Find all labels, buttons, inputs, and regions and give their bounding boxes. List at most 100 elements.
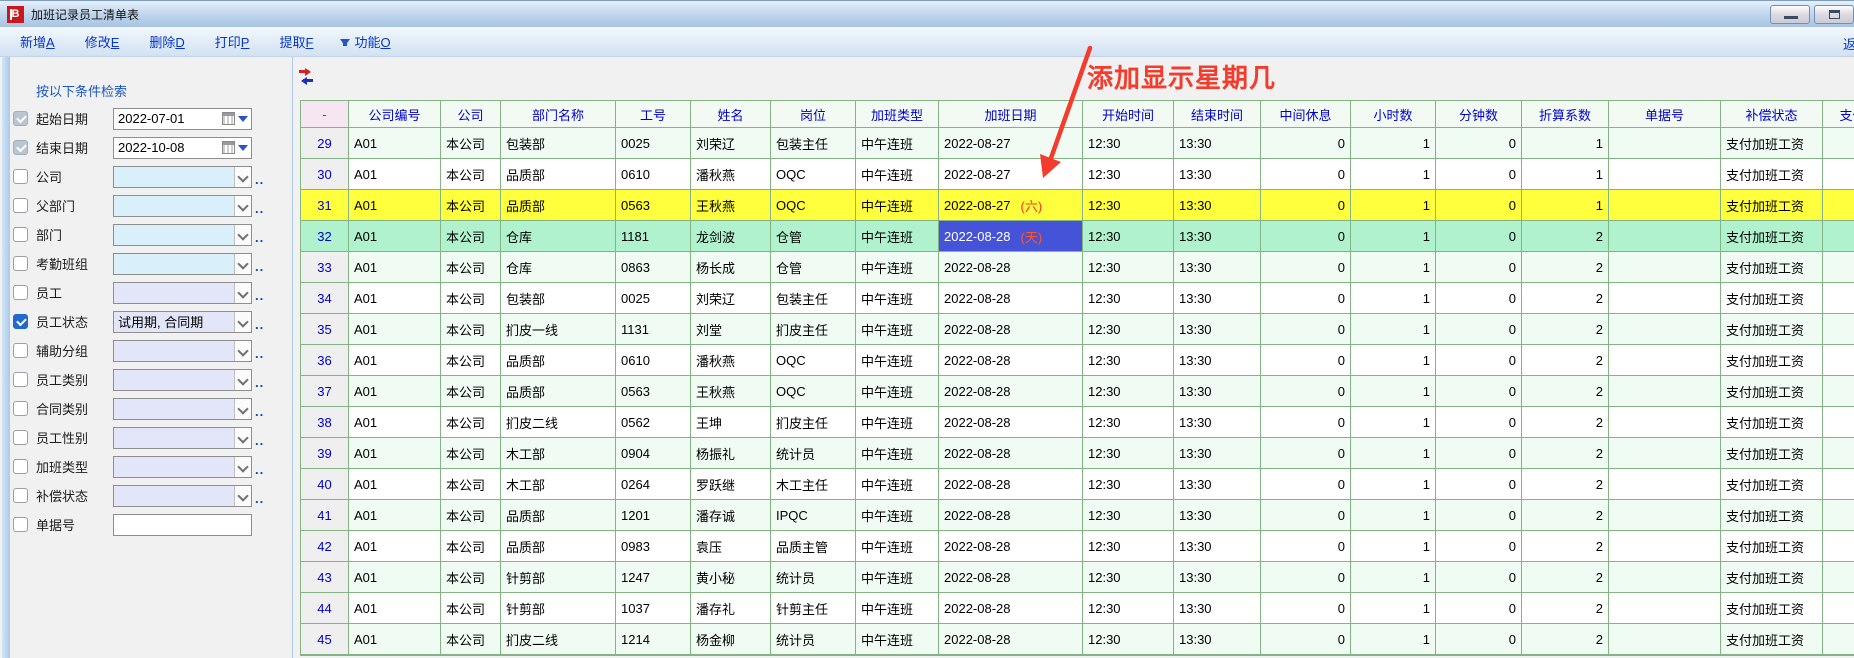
cell-row-number[interactable]: 42 — [301, 531, 349, 562]
cell-overtime-date[interactable]: 2022-08-28 — [939, 314, 1083, 345]
cell-end-time[interactable]: 13:30 — [1174, 438, 1261, 469]
cell-position[interactable]: 统计员 — [771, 562, 856, 593]
cell-minutes[interactable]: 0 — [1436, 438, 1522, 469]
table-row-36[interactable]: 36A01本公司品质部0610潘秋燕OQC中午连班2022-08-2812:30… — [301, 345, 1854, 376]
cell-minutes[interactable]: 0 — [1436, 283, 1522, 314]
cell-company[interactable]: 本公司 — [441, 531, 501, 562]
cell-pay[interactable] — [1823, 252, 1854, 283]
cell-company-code[interactable]: A01 — [349, 159, 441, 190]
cell-end-time[interactable]: 13:30 — [1174, 624, 1261, 655]
cell-overtime-type[interactable]: 中午连班 — [856, 190, 939, 221]
cell-start-time[interactable]: 12:30 — [1083, 376, 1174, 407]
table-row-41[interactable]: 41A01本公司品质部1201潘存诚IPQC中午连班2022-08-2812:3… — [301, 500, 1854, 531]
extract-menu-item[interactable]: 提取F — [279, 32, 313, 51]
cell-pay[interactable] — [1823, 190, 1854, 221]
cell-company-code[interactable]: A01 — [349, 438, 441, 469]
cell-pay[interactable] — [1823, 438, 1854, 469]
cell-employee-id[interactable]: 0025 — [616, 128, 691, 159]
table-row-37[interactable]: 37A01本公司品质部0563王秋燕OQC中午连班2022-08-2812:30… — [301, 376, 1854, 407]
cell-company[interactable]: 本公司 — [441, 314, 501, 345]
cell-doc-no[interactable] — [1609, 376, 1721, 407]
cell-pay[interactable] — [1823, 314, 1854, 345]
table-row-38[interactable]: 38A01本公司扪皮二线0562王坤扪皮主任中午连班2022-08-2812:3… — [301, 407, 1854, 438]
cell-overtime-type[interactable]: 中午连班 — [856, 376, 939, 407]
table-row-40[interactable]: 40A01本公司木工部0264罗跃继木工主任中午连班2022-08-2812:3… — [301, 469, 1854, 500]
aux-group-select[interactable] — [113, 340, 252, 362]
cell-minutes[interactable]: 0 — [1436, 562, 1522, 593]
column-header-employee-id[interactable]: 工号 — [616, 101, 691, 128]
cell-overtime-type[interactable]: 中午连班 — [856, 500, 939, 531]
cell-company[interactable]: 本公司 — [441, 593, 501, 624]
cell-compensation-status[interactable]: 支付加班工资 — [1721, 283, 1823, 314]
overtime-type-select[interactable] — [113, 456, 252, 478]
cell-compensation-status[interactable]: 支付加班工资 — [1721, 531, 1823, 562]
cell-end-time[interactable]: 13:30 — [1174, 283, 1261, 314]
table-row-42[interactable]: 42A01本公司品质部0983袁压品质主管中午连班2022-08-2812:30… — [301, 531, 1854, 562]
employee-select[interactable] — [113, 282, 252, 304]
cell-start-time[interactable]: 12:30 — [1083, 438, 1174, 469]
cell-doc-no[interactable] — [1609, 190, 1721, 221]
cell-end-time[interactable]: 13:30 — [1174, 252, 1261, 283]
cell-company-code[interactable]: A01 — [349, 283, 441, 314]
table-row-34[interactable]: 34A01本公司包装部0025刘荣辽包装主任中午连班2022-08-2812:3… — [301, 283, 1854, 314]
cell-department-name[interactable]: 包装部 — [501, 283, 616, 314]
cell-overtime-date[interactable]: 2022-08-27(六) — [939, 190, 1083, 221]
cell-compensation-status[interactable]: 支付加班工资 — [1721, 407, 1823, 438]
cell-hours[interactable]: 1 — [1351, 531, 1436, 562]
cell-position[interactable]: 品质主管 — [771, 531, 856, 562]
cell-pay[interactable] — [1823, 345, 1854, 376]
cell-end-time[interactable]: 13:30 — [1174, 128, 1261, 159]
cell-mid-break[interactable]: 0 — [1261, 500, 1351, 531]
attendance-team-select[interactable] — [113, 253, 252, 275]
cell-company[interactable]: 本公司 — [441, 376, 501, 407]
cell-department-name[interactable]: 针剪部 — [501, 562, 616, 593]
cell-hours[interactable]: 1 — [1351, 314, 1436, 345]
cell-minutes[interactable]: 0 — [1436, 221, 1522, 252]
cell-row-number[interactable]: 39 — [301, 438, 349, 469]
cell-factor[interactable]: 2 — [1522, 531, 1609, 562]
cell-overtime-type[interactable]: 中午连班 — [856, 283, 939, 314]
cell-department-name[interactable]: 木工部 — [501, 469, 616, 500]
cell-end-time[interactable]: 13:30 — [1174, 469, 1261, 500]
cell-factor[interactable]: 2 — [1522, 562, 1609, 593]
cell-hours[interactable]: 1 — [1351, 500, 1436, 531]
department-browse-button[interactable]: .. — [255, 230, 264, 245]
column-header-department-name[interactable]: 部门名称 — [501, 101, 616, 128]
cell-row-number[interactable]: 36 — [301, 345, 349, 376]
cell-position[interactable]: 统计员 — [771, 624, 856, 655]
cell-doc-no[interactable] — [1609, 624, 1721, 655]
cell-position[interactable]: 包装主任 — [771, 283, 856, 314]
cell-name[interactable]: 潘秋燕 — [691, 159, 771, 190]
cell-factor[interactable]: 2 — [1522, 252, 1609, 283]
cell-hours[interactable]: 1 — [1351, 345, 1436, 376]
cell-row-number[interactable]: 45 — [301, 624, 349, 655]
cell-company[interactable]: 本公司 — [441, 562, 501, 593]
cell-employee-id[interactable]: 0983 — [616, 531, 691, 562]
cell-department-name[interactable]: 品质部 — [501, 345, 616, 376]
cell-compensation-status[interactable]: 支付加班工资 — [1721, 159, 1823, 190]
cell-end-time[interactable]: 13:30 — [1174, 500, 1261, 531]
cell-minutes[interactable]: 0 — [1436, 159, 1522, 190]
cell-overtime-date[interactable]: 2022-08-28 — [939, 531, 1083, 562]
cell-minutes[interactable]: 0 — [1436, 128, 1522, 159]
column-header-row-number[interactable]: - — [301, 101, 349, 128]
cell-name[interactable]: 黄小秘 — [691, 562, 771, 593]
calendar-icon[interactable] — [222, 141, 235, 154]
cell-hours[interactable]: 1 — [1351, 128, 1436, 159]
cell-name[interactable]: 刘荣辽 — [691, 283, 771, 314]
table-row-33[interactable]: 33A01本公司仓库0863杨长成仓管中午连班2022-08-2812:3013… — [301, 252, 1854, 283]
dropdown-arrow-icon[interactable] — [238, 116, 248, 127]
parent-department-select[interactable] — [113, 195, 252, 217]
cell-hours[interactable]: 1 — [1351, 283, 1436, 314]
minimize-button[interactable] — [1770, 5, 1810, 24]
cell-company-code[interactable]: A01 — [349, 407, 441, 438]
cell-company[interactable]: 本公司 — [441, 500, 501, 531]
cell-end-time[interactable]: 13:30 — [1174, 190, 1261, 221]
cell-company[interactable]: 本公司 — [441, 252, 501, 283]
chevron-down-icon[interactable] — [234, 167, 251, 187]
cell-name[interactable]: 杨金柳 — [691, 624, 771, 655]
cell-compensation-status[interactable]: 支付加班工资 — [1721, 562, 1823, 593]
cell-overtime-date[interactable]: 2022-08-28 — [939, 345, 1083, 376]
cell-compensation-status[interactable]: 支付加班工资 — [1721, 314, 1823, 345]
cell-department-name[interactable]: 仓库 — [501, 252, 616, 283]
